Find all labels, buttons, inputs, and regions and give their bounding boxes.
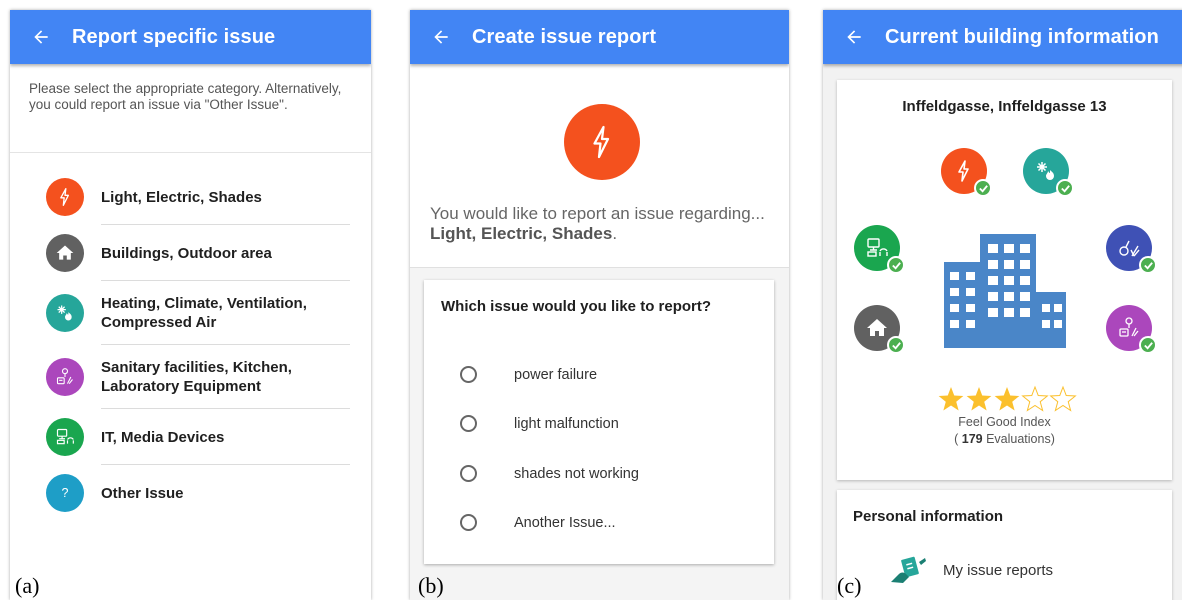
my-issue-reports-link[interactable]: My issue reports: [943, 562, 1053, 579]
report-hand-icon: [891, 556, 926, 583]
radio-button[interactable]: [460, 366, 477, 383]
question-icon: ?: [46, 474, 84, 512]
feel-good-label: Feel Good Index: [958, 415, 1051, 429]
cleaning-icon: [1119, 240, 1140, 257]
category-heating[interactable]: Heating, Climate, Ventilation, Compresse…: [10, 281, 371, 345]
star-rating: [938, 385, 1077, 412]
app-bar: Current building information: [823, 10, 1182, 64]
arrow-left-icon: [847, 30, 861, 44]
prompt-text: You would like to report an issue regard…: [430, 204, 765, 223]
selected-category: Light, Electric, Shades: [430, 224, 613, 243]
building-icon: [944, 234, 1066, 348]
check-icon: [1056, 179, 1074, 197]
buildings-status[interactable]: [854, 305, 905, 354]
it-media-status[interactable]: [854, 225, 905, 274]
evaluation-count: ( 179 Evaluations): [837, 432, 1172, 446]
caption-a: (a): [15, 573, 40, 598]
count-prefix: (: [954, 432, 962, 446]
option-label: power failure: [514, 366, 598, 383]
back-button[interactable]: [410, 27, 472, 47]
house-icon: [867, 319, 887, 336]
category-it-media[interactable]: IT, Media Devices: [10, 409, 371, 465]
check-icon: [974, 179, 992, 197]
svg-text:?: ?: [62, 486, 69, 500]
sanitary-icon: [1119, 317, 1139, 337]
selected-category-section: You would like to report an issue regard…: [410, 64, 789, 268]
option-light-malfunction[interactable]: light malfunction: [460, 415, 619, 432]
page-title: Create issue report: [472, 25, 657, 48]
category-label: Buildings, Outdoor area: [101, 244, 272, 262]
page-title: Current building information: [885, 25, 1159, 48]
count-value: 179: [961, 432, 983, 446]
report-category-screen: Report specific issue Please select the …: [10, 10, 371, 600]
category-buildings[interactable]: Buildings, Outdoor area: [10, 225, 371, 281]
lightning-status[interactable]: [941, 148, 992, 197]
option-power-failure[interactable]: power failure: [460, 366, 597, 383]
option-label: Another Issue...: [514, 514, 616, 531]
lightning-icon: [46, 178, 84, 216]
back-button[interactable]: [823, 27, 885, 47]
sanitary-icon: [46, 358, 84, 396]
question-title: Which issue would you like to report?: [441, 298, 712, 315]
heating-status[interactable]: [1023, 148, 1074, 197]
arrow-left-icon: [434, 30, 448, 44]
radio-button[interactable]: [460, 514, 477, 531]
app-bar: Create issue report: [410, 10, 789, 64]
star-filled-icon: [966, 387, 992, 411]
building-card: Inffeldgasse, Inffeldgasse 13 Feel Good …: [837, 80, 1172, 480]
personal-info-title: Personal information: [853, 508, 1004, 525]
category-label: IT, Media Devices: [101, 428, 225, 446]
count-suffix: Evaluations): [982, 432, 1055, 446]
check-icon: [887, 256, 905, 274]
caption-c: (c): [837, 573, 862, 598]
category-other[interactable]: ? Other Issue: [10, 465, 371, 521]
lightning-icon: [564, 104, 640, 180]
computer-icon: [46, 418, 84, 456]
create-report-screen: Create issue report You would like to re…: [410, 10, 789, 600]
back-button[interactable]: [10, 27, 72, 47]
computer-icon: [867, 238, 888, 257]
category-label: Other Issue: [101, 484, 184, 502]
category-light-electric[interactable]: Light, Electric, Shades: [10, 169, 371, 225]
option-label: light malfunction: [514, 415, 619, 432]
arrow-left-icon: [34, 30, 48, 44]
category-label: Heating, Climate, Ventilation, Compresse…: [101, 295, 307, 331]
option-shades[interactable]: shades not working: [460, 465, 639, 482]
category-list: Light, Electric, Shades Buildings, Outdo…: [10, 153, 371, 521]
option-label: shades not working: [514, 465, 639, 482]
building-info-screen: Current building information Inffeldgass…: [823, 10, 1182, 600]
radio-button[interactable]: [460, 465, 477, 482]
personal-info-card: Personal information My issue reports: [837, 490, 1172, 600]
sanitary-status[interactable]: [1106, 305, 1157, 354]
category-suffix: .: [612, 224, 618, 243]
star-filled-icon: [994, 387, 1020, 411]
check-icon: [1139, 256, 1157, 274]
category-label: Sanitary facilities, Kitchen, Laboratory…: [101, 359, 292, 395]
house-icon: [46, 234, 84, 272]
star-empty-icon: [1049, 385, 1077, 412]
app-bar: Report specific issue: [10, 10, 371, 64]
snowflake-flame-icon: [46, 294, 84, 332]
star-filled-icon: [938, 387, 964, 411]
building-name: Inffeldgasse, Inffeldgasse 13: [902, 98, 1107, 115]
cleaning-status[interactable]: [1106, 225, 1157, 274]
category-prompt: You would like to report an issue regard…: [430, 204, 765, 244]
check-icon: [887, 336, 905, 354]
page-title: Report specific issue: [72, 25, 276, 48]
star-empty-icon: [1021, 385, 1049, 412]
option-another[interactable]: Another Issue...: [460, 514, 616, 531]
caption-b: (b): [418, 573, 444, 598]
category-label: Light, Electric, Shades: [101, 188, 262, 206]
radio-button[interactable]: [460, 415, 477, 432]
snowflake-flame-icon: [1037, 162, 1054, 180]
intro-text: Please select the appropriate category. …: [10, 64, 371, 153]
issue-options-card: Which issue would you like to report? po…: [424, 280, 774, 564]
lightning-icon: [958, 160, 969, 182]
category-sanitary[interactable]: Sanitary facilities, Kitchen, Laboratory…: [10, 345, 371, 409]
check-icon: [1139, 336, 1157, 354]
